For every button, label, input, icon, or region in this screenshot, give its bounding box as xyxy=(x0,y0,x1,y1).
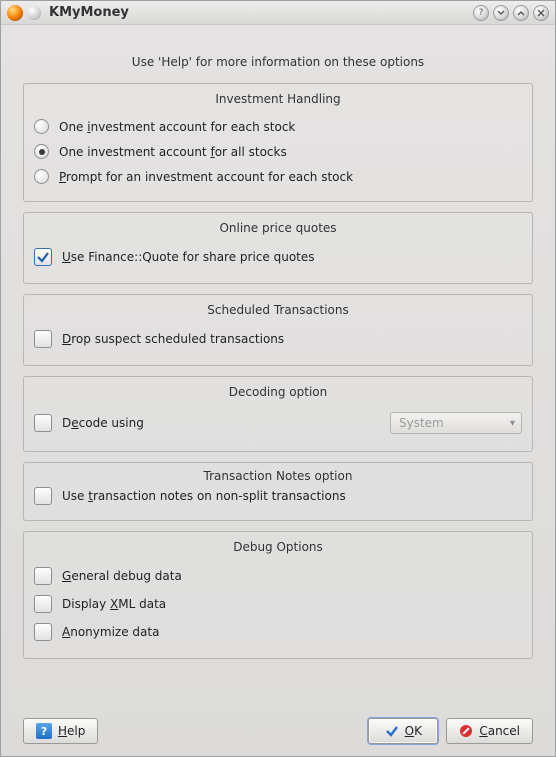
label-one-per-stock[interactable]: One investment account for each stock xyxy=(59,120,295,134)
ok-icon xyxy=(385,724,399,738)
minimize-window-button[interactable] xyxy=(493,5,509,21)
close-window-button[interactable] xyxy=(533,5,549,21)
radio-one-per-stock[interactable] xyxy=(34,119,49,134)
app-icon xyxy=(7,5,23,21)
page-hint: Use 'Help' for more information on these… xyxy=(9,33,547,83)
chevron-down-icon: ▾ xyxy=(510,418,515,429)
combo-value: System xyxy=(399,416,444,430)
label-prompt-each[interactable]: Prompt for an investment account for eac… xyxy=(59,170,353,184)
group-title-notes: Transaction Notes option xyxy=(24,463,532,487)
checkbox-drop-suspect[interactable] xyxy=(34,330,52,348)
checkbox-finance-quote[interactable] xyxy=(34,248,52,266)
checkbox-anonymize[interactable] xyxy=(34,623,52,641)
titlebar: KMyMoney ? xyxy=(1,1,555,25)
group-online-quotes: Online price quotes Use Finance::Quote f… xyxy=(23,212,533,284)
checkbox-display-xml[interactable] xyxy=(34,595,52,613)
group-title-decoding: Decoding option xyxy=(24,377,532,405)
maximize-window-button[interactable] xyxy=(513,5,529,21)
radio-one-for-all[interactable] xyxy=(34,144,49,159)
pin-icon[interactable] xyxy=(27,6,41,20)
label-drop-suspect[interactable]: Drop suspect scheduled transactions xyxy=(62,332,284,346)
label-display-xml[interactable]: Display XML data xyxy=(62,597,166,611)
checkbox-general-debug[interactable] xyxy=(34,567,52,585)
label-general-debug[interactable]: General debug data xyxy=(62,569,182,583)
radio-prompt-each[interactable] xyxy=(34,169,49,184)
group-decoding: Decoding option Decode using System ▾ xyxy=(23,376,533,452)
window-title: KMyMoney xyxy=(49,5,473,20)
help-button-rest: elp xyxy=(67,724,85,738)
combo-decode-codec: System ▾ xyxy=(390,412,522,434)
group-title-debug: Debug Options xyxy=(24,532,532,560)
checkbox-decode-using[interactable] xyxy=(34,414,52,432)
group-title-quotes: Online price quotes xyxy=(24,213,532,241)
help-window-button[interactable]: ? xyxy=(473,5,489,21)
cancel-button[interactable]: Cancel xyxy=(446,718,533,744)
group-debug: Debug Options General debug data Display… xyxy=(23,531,533,659)
group-investment-handling: Investment Handling One investment accou… xyxy=(23,83,533,202)
label-one-for-all[interactable]: One investment account for all stocks xyxy=(59,145,287,159)
label-anonymize[interactable]: Anonymize data xyxy=(62,625,159,639)
group-title-scheduled: Scheduled Transactions xyxy=(24,295,532,323)
label-use-notes[interactable]: Use transaction notes on non-split trans… xyxy=(62,489,346,503)
group-title-investment: Investment Handling xyxy=(24,84,532,112)
help-icon: ? xyxy=(36,723,52,739)
cancel-icon xyxy=(459,724,473,738)
label-finance-quote[interactable]: Use Finance::Quote for share price quote… xyxy=(62,250,315,264)
help-button[interactable]: ? Help xyxy=(23,718,98,744)
label-decode-using[interactable]: Decode using xyxy=(62,416,144,430)
group-transaction-notes: Transaction Notes option Use transaction… xyxy=(23,462,533,521)
dialog-footer: ? Help OK Cancel xyxy=(9,708,547,746)
checkbox-use-notes[interactable] xyxy=(34,487,52,505)
ok-button[interactable]: OK xyxy=(368,718,438,744)
group-scheduled: Scheduled Transactions Drop suspect sche… xyxy=(23,294,533,366)
